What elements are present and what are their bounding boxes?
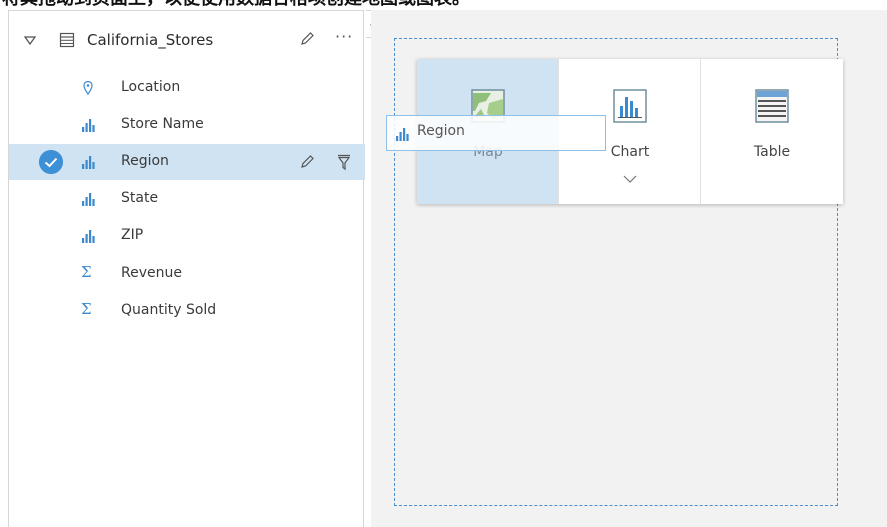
field-zip[interactable]: ZIP	[9, 218, 365, 254]
dataset-row[interactable]: California_Stores ···	[9, 25, 365, 59]
dataset-table-icon	[59, 32, 75, 48]
string-field-icon	[396, 128, 409, 141]
table-icon	[755, 89, 789, 123]
pencil-icon[interactable]	[298, 30, 316, 48]
data-panel: California_Stores ··· Location Store Nam…	[8, 10, 365, 527]
string-field-icon	[82, 193, 95, 206]
more-options-icon[interactable]: ···	[335, 27, 353, 46]
chevron-down-icon[interactable]	[623, 174, 637, 184]
field-label: Region	[121, 153, 169, 169]
chart-icon	[613, 89, 647, 123]
sigma-icon: Σ	[81, 263, 92, 281]
field-revenue[interactable]: Σ Revenue	[9, 256, 365, 292]
pencil-icon[interactable]	[298, 153, 316, 171]
filter-icon[interactable]	[336, 153, 352, 171]
drag-ghost-label: Region	[417, 123, 465, 139]
field-label: State	[121, 190, 159, 206]
field-location[interactable]: Location	[9, 70, 365, 106]
table-label: Table	[753, 144, 791, 160]
field-label: Store Name	[121, 116, 204, 132]
string-field-icon	[82, 119, 95, 132]
drag-ghost[interactable]: Region	[386, 115, 606, 151]
field-label: Location	[121, 79, 181, 95]
location-icon	[83, 80, 93, 96]
instruction-caption: 将其拖动到页面上，以便使用数据合格项创建地图或图表。	[0, 0, 887, 10]
dataset-name[interactable]: California_Stores	[87, 31, 213, 49]
field-region[interactable]: Region	[9, 144, 365, 180]
field-label: Quantity Sold	[121, 302, 217, 318]
field-quantity-sold[interactable]: Σ Quantity Sold	[9, 293, 365, 329]
collapse-triangle-icon[interactable]	[23, 33, 37, 47]
field-label: Revenue	[121, 265, 182, 281]
field-store-name[interactable]: Store Name	[9, 107, 365, 143]
string-field-icon	[82, 230, 95, 243]
checkmark-icon[interactable]	[39, 150, 63, 174]
field-state[interactable]: State	[9, 181, 365, 217]
table-tile[interactable]: Table	[701, 59, 843, 204]
field-label: ZIP	[121, 227, 144, 243]
sigma-icon: Σ	[81, 300, 92, 318]
string-field-icon	[82, 156, 95, 169]
